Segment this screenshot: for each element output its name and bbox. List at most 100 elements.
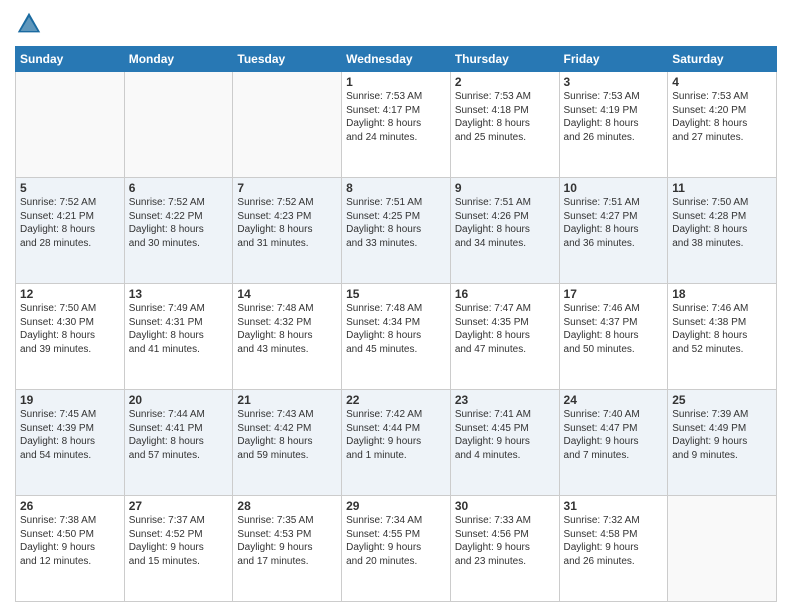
calendar-day-13: 13Sunrise: 7:49 AMSunset: 4:31 PMDayligh… xyxy=(124,284,233,390)
day-info-text: Sunrise: 7:51 AMSunset: 4:25 PMDaylight:… xyxy=(346,196,446,250)
day-info-text: Sunrise: 7:51 AMSunset: 4:26 PMDaylight:… xyxy=(455,196,555,250)
day-number: 7 xyxy=(237,181,337,195)
calendar-day-20: 20Sunrise: 7:44 AMSunset: 4:41 PMDayligh… xyxy=(124,390,233,496)
calendar-day-19: 19Sunrise: 7:45 AMSunset: 4:39 PMDayligh… xyxy=(16,390,125,496)
page: SundayMondayTuesdayWednesdayThursdayFrid… xyxy=(0,0,792,612)
day-number: 27 xyxy=(129,499,229,513)
day-info-text: Sunrise: 7:53 AMSunset: 4:20 PMDaylight:… xyxy=(672,90,772,144)
calendar-day-1: 1Sunrise: 7:53 AMSunset: 4:17 PMDaylight… xyxy=(342,72,451,178)
day-info-text: Sunrise: 7:53 AMSunset: 4:19 PMDaylight:… xyxy=(564,90,664,144)
weekday-header-tuesday: Tuesday xyxy=(233,47,342,72)
calendar-table: SundayMondayTuesdayWednesdayThursdayFrid… xyxy=(15,46,777,602)
day-info-text: Sunrise: 7:44 AMSunset: 4:41 PMDaylight:… xyxy=(129,408,229,462)
logo xyxy=(15,10,45,38)
calendar-day-22: 22Sunrise: 7:42 AMSunset: 4:44 PMDayligh… xyxy=(342,390,451,496)
day-info-text: Sunrise: 7:37 AMSunset: 4:52 PMDaylight:… xyxy=(129,514,229,568)
calendar-week-row: 26Sunrise: 7:38 AMSunset: 4:50 PMDayligh… xyxy=(16,496,777,602)
calendar-day-16: 16Sunrise: 7:47 AMSunset: 4:35 PMDayligh… xyxy=(450,284,559,390)
calendar-day-30: 30Sunrise: 7:33 AMSunset: 4:56 PMDayligh… xyxy=(450,496,559,602)
day-number: 24 xyxy=(564,393,664,407)
day-info-text: Sunrise: 7:48 AMSunset: 4:34 PMDaylight:… xyxy=(346,302,446,356)
calendar-day-27: 27Sunrise: 7:37 AMSunset: 4:52 PMDayligh… xyxy=(124,496,233,602)
day-number: 1 xyxy=(346,75,446,89)
calendar-week-row: 12Sunrise: 7:50 AMSunset: 4:30 PMDayligh… xyxy=(16,284,777,390)
calendar-day-17: 17Sunrise: 7:46 AMSunset: 4:37 PMDayligh… xyxy=(559,284,668,390)
header xyxy=(15,10,777,38)
day-info-text: Sunrise: 7:53 AMSunset: 4:18 PMDaylight:… xyxy=(455,90,555,144)
day-number: 19 xyxy=(20,393,120,407)
weekday-header-friday: Friday xyxy=(559,47,668,72)
calendar-week-row: 1Sunrise: 7:53 AMSunset: 4:17 PMDaylight… xyxy=(16,72,777,178)
calendar-day-11: 11Sunrise: 7:50 AMSunset: 4:28 PMDayligh… xyxy=(668,178,777,284)
weekday-header-saturday: Saturday xyxy=(668,47,777,72)
day-number: 31 xyxy=(564,499,664,513)
day-number: 30 xyxy=(455,499,555,513)
calendar-header-row: SundayMondayTuesdayWednesdayThursdayFrid… xyxy=(16,47,777,72)
calendar-day-10: 10Sunrise: 7:51 AMSunset: 4:27 PMDayligh… xyxy=(559,178,668,284)
calendar-week-row: 19Sunrise: 7:45 AMSunset: 4:39 PMDayligh… xyxy=(16,390,777,496)
day-info-text: Sunrise: 7:46 AMSunset: 4:37 PMDaylight:… xyxy=(564,302,664,356)
day-number: 12 xyxy=(20,287,120,301)
day-info-text: Sunrise: 7:49 AMSunset: 4:31 PMDaylight:… xyxy=(129,302,229,356)
weekday-header-thursday: Thursday xyxy=(450,47,559,72)
day-number: 2 xyxy=(455,75,555,89)
calendar-day-24: 24Sunrise: 7:40 AMSunset: 4:47 PMDayligh… xyxy=(559,390,668,496)
day-info-text: Sunrise: 7:51 AMSunset: 4:27 PMDaylight:… xyxy=(564,196,664,250)
day-number: 28 xyxy=(237,499,337,513)
day-info-text: Sunrise: 7:42 AMSunset: 4:44 PMDaylight:… xyxy=(346,408,446,462)
day-info-text: Sunrise: 7:43 AMSunset: 4:42 PMDaylight:… xyxy=(237,408,337,462)
calendar-day-8: 8Sunrise: 7:51 AMSunset: 4:25 PMDaylight… xyxy=(342,178,451,284)
calendar-day-3: 3Sunrise: 7:53 AMSunset: 4:19 PMDaylight… xyxy=(559,72,668,178)
day-number: 18 xyxy=(672,287,772,301)
weekday-header-sunday: Sunday xyxy=(16,47,125,72)
day-number: 17 xyxy=(564,287,664,301)
day-info-text: Sunrise: 7:48 AMSunset: 4:32 PMDaylight:… xyxy=(237,302,337,356)
empty-cell xyxy=(668,496,777,602)
calendar-day-31: 31Sunrise: 7:32 AMSunset: 4:58 PMDayligh… xyxy=(559,496,668,602)
day-number: 9 xyxy=(455,181,555,195)
day-number: 3 xyxy=(564,75,664,89)
day-number: 10 xyxy=(564,181,664,195)
calendar-day-12: 12Sunrise: 7:50 AMSunset: 4:30 PMDayligh… xyxy=(16,284,125,390)
day-info-text: Sunrise: 7:33 AMSunset: 4:56 PMDaylight:… xyxy=(455,514,555,568)
calendar-day-18: 18Sunrise: 7:46 AMSunset: 4:38 PMDayligh… xyxy=(668,284,777,390)
day-info-text: Sunrise: 7:52 AMSunset: 4:22 PMDaylight:… xyxy=(129,196,229,250)
weekday-header-wednesday: Wednesday xyxy=(342,47,451,72)
day-info-text: Sunrise: 7:39 AMSunset: 4:49 PMDaylight:… xyxy=(672,408,772,462)
day-number: 11 xyxy=(672,181,772,195)
calendar-day-23: 23Sunrise: 7:41 AMSunset: 4:45 PMDayligh… xyxy=(450,390,559,496)
calendar-day-14: 14Sunrise: 7:48 AMSunset: 4:32 PMDayligh… xyxy=(233,284,342,390)
calendar-day-29: 29Sunrise: 7:34 AMSunset: 4:55 PMDayligh… xyxy=(342,496,451,602)
day-number: 4 xyxy=(672,75,772,89)
calendar-day-9: 9Sunrise: 7:51 AMSunset: 4:26 PMDaylight… xyxy=(450,178,559,284)
day-info-text: Sunrise: 7:41 AMSunset: 4:45 PMDaylight:… xyxy=(455,408,555,462)
calendar-day-21: 21Sunrise: 7:43 AMSunset: 4:42 PMDayligh… xyxy=(233,390,342,496)
calendar-day-2: 2Sunrise: 7:53 AMSunset: 4:18 PMDaylight… xyxy=(450,72,559,178)
calendar-day-6: 6Sunrise: 7:52 AMSunset: 4:22 PMDaylight… xyxy=(124,178,233,284)
empty-cell xyxy=(233,72,342,178)
day-number: 16 xyxy=(455,287,555,301)
day-info-text: Sunrise: 7:38 AMSunset: 4:50 PMDaylight:… xyxy=(20,514,120,568)
empty-cell xyxy=(124,72,233,178)
calendar-day-5: 5Sunrise: 7:52 AMSunset: 4:21 PMDaylight… xyxy=(16,178,125,284)
day-info-text: Sunrise: 7:45 AMSunset: 4:39 PMDaylight:… xyxy=(20,408,120,462)
day-info-text: Sunrise: 7:50 AMSunset: 4:28 PMDaylight:… xyxy=(672,196,772,250)
day-number: 13 xyxy=(129,287,229,301)
logo-icon xyxy=(15,10,43,38)
calendar-day-4: 4Sunrise: 7:53 AMSunset: 4:20 PMDaylight… xyxy=(668,72,777,178)
day-info-text: Sunrise: 7:52 AMSunset: 4:23 PMDaylight:… xyxy=(237,196,337,250)
day-number: 6 xyxy=(129,181,229,195)
day-number: 8 xyxy=(346,181,446,195)
calendar-day-28: 28Sunrise: 7:35 AMSunset: 4:53 PMDayligh… xyxy=(233,496,342,602)
day-number: 15 xyxy=(346,287,446,301)
day-number: 25 xyxy=(672,393,772,407)
calendar-day-26: 26Sunrise: 7:38 AMSunset: 4:50 PMDayligh… xyxy=(16,496,125,602)
calendar-day-15: 15Sunrise: 7:48 AMSunset: 4:34 PMDayligh… xyxy=(342,284,451,390)
day-info-text: Sunrise: 7:47 AMSunset: 4:35 PMDaylight:… xyxy=(455,302,555,356)
day-number: 5 xyxy=(20,181,120,195)
day-info-text: Sunrise: 7:53 AMSunset: 4:17 PMDaylight:… xyxy=(346,90,446,144)
day-number: 21 xyxy=(237,393,337,407)
weekday-header-monday: Monday xyxy=(124,47,233,72)
day-number: 23 xyxy=(455,393,555,407)
day-number: 22 xyxy=(346,393,446,407)
